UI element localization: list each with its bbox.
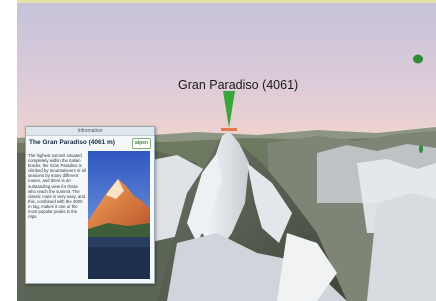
info-description: The highest summit situated completely w…: [28, 153, 86, 220]
map-viewport[interactable]: Gran Paradiso (4061) Information The Gra…: [0, 0, 436, 301]
info-panel[interactable]: Information The Gran Paradiso (4061 m) a…: [25, 126, 155, 284]
info-panel-body: The highest summit situated completely w…: [26, 149, 154, 281]
mountain-photo: [88, 151, 150, 279]
alpen-logo-icon[interactable]: alpen: [132, 138, 151, 149]
peak-label[interactable]: Gran Paradiso (4061): [178, 78, 298, 92]
info-panel-title-row: The Gran Paradiso (4061 m) alpen: [26, 136, 154, 149]
info-panel-header: Information: [26, 127, 154, 136]
window-left-border: [0, 0, 17, 301]
peak-marker-base: [221, 128, 237, 131]
map-marker-icon[interactable]: [419, 145, 423, 153]
map-marker-icon[interactable]: [413, 54, 423, 64]
